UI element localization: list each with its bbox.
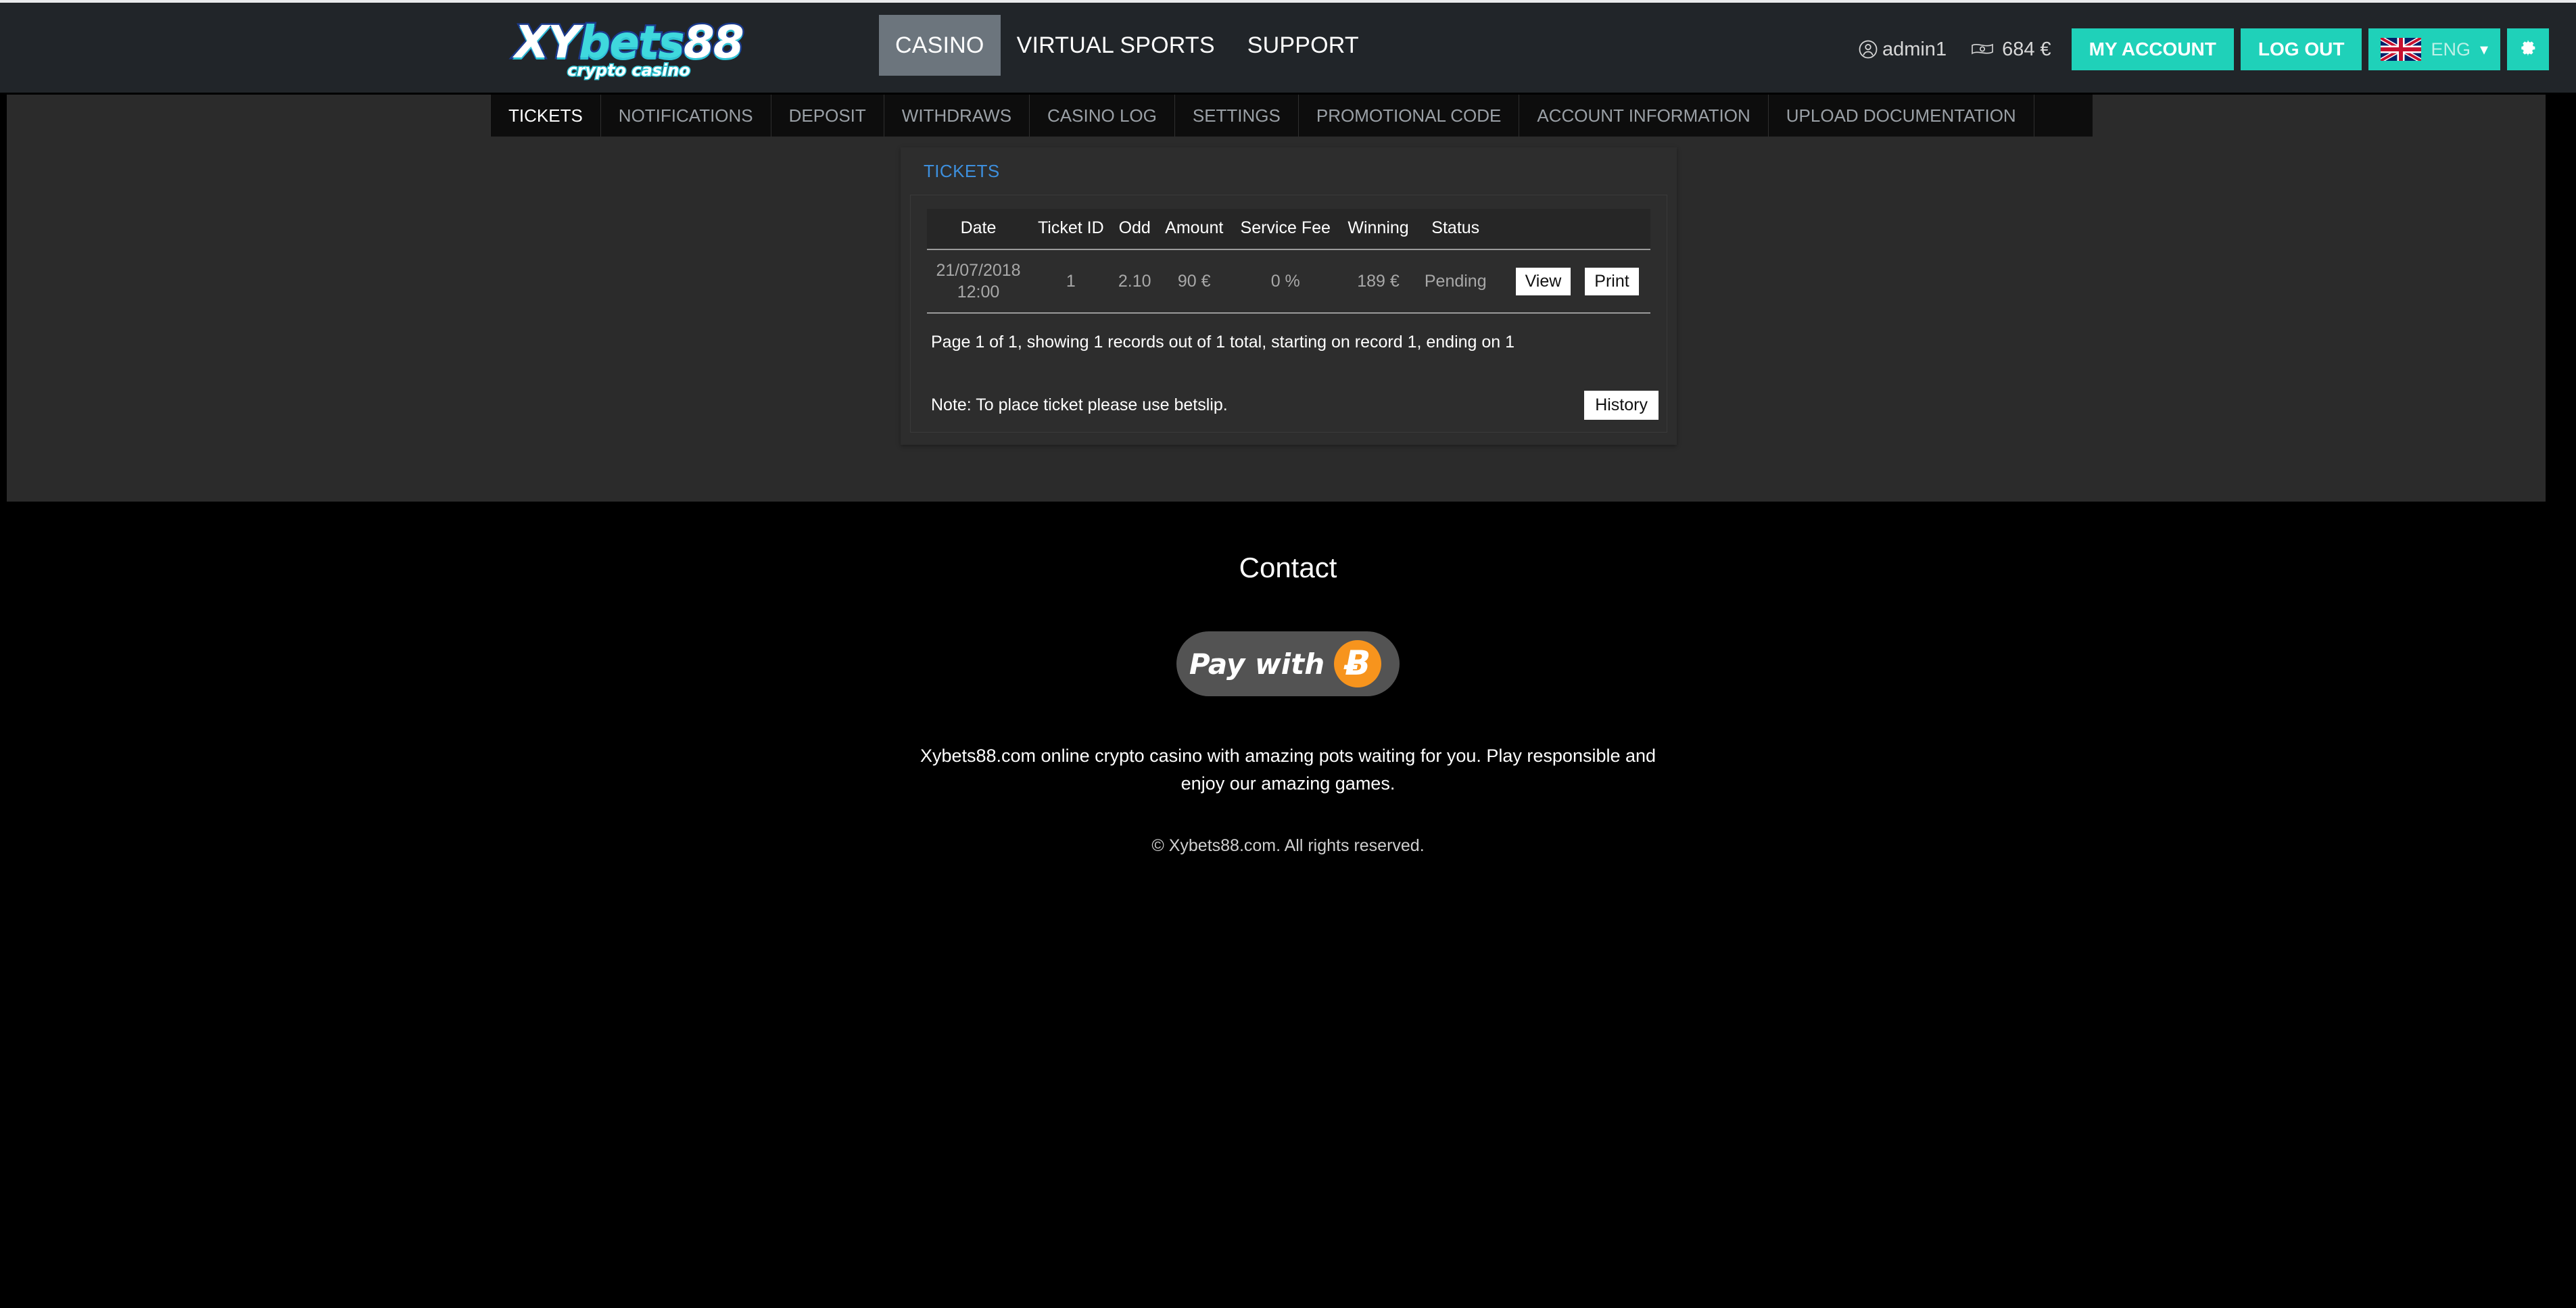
log-out-button[interactable]: LOG OUT xyxy=(2240,28,2362,70)
user-display[interactable]: admin1 xyxy=(1858,39,1947,61)
contact-heading: Contact xyxy=(1239,552,1337,583)
subnav-item-settings[interactable]: SETTINGS xyxy=(1175,95,1299,137)
uk-flag-icon xyxy=(2381,38,2422,61)
column-header-status: Status xyxy=(1416,209,1495,250)
site-logo[interactable]: XY bets 88 crypto casino xyxy=(500,12,757,87)
user-circle-icon xyxy=(1858,39,1878,59)
cell-actions: View Print xyxy=(1494,249,1650,314)
site-footer: Contact Pay with Ƀ Xybets88.com online c… xyxy=(0,502,2576,1308)
money-note-icon xyxy=(1971,41,1994,57)
settings-button[interactable] xyxy=(2507,28,2549,70)
cell-ticket-id: 1 xyxy=(1030,249,1112,314)
cell-odd: 2.10 xyxy=(1112,249,1158,314)
cell-amount: 90 € xyxy=(1157,249,1231,314)
subnav-item-withdraws[interactable]: WITHDRAWS xyxy=(884,95,1030,137)
bitcoin-icon: Ƀ xyxy=(1334,640,1382,687)
column-header-winning: Winning xyxy=(1339,209,1417,250)
my-account-button[interactable]: MY ACCOUNT xyxy=(2071,28,2234,70)
site-header: XY bets 88 crypto casino CASINO VIRTUAL SP… xyxy=(0,3,2576,93)
username-label: admin1 xyxy=(1882,38,1947,60)
tickets-card: Date Ticket ID Odd Amount Service Fee Wi… xyxy=(910,195,1667,433)
column-header-service-fee: Service Fee xyxy=(1231,209,1340,250)
logo-part-bets: bets xyxy=(577,16,686,68)
tickets-panel: TICKETS Date Ticket ID Odd Amount Servic… xyxy=(901,147,1677,445)
balance-amount: 684 € xyxy=(2002,38,2051,60)
column-header-actions xyxy=(1494,209,1650,250)
subnav-item-tickets[interactable]: TICKETS xyxy=(490,95,601,137)
balance-display: 684 € xyxy=(1971,39,2051,61)
nav-item-virtual-sports[interactable]: VIRTUAL SPORTS xyxy=(1001,15,1231,76)
cell-winning: 189 € xyxy=(1339,249,1417,314)
view-button[interactable]: View xyxy=(1515,267,1571,295)
chevron-down-icon: ▾ xyxy=(2479,40,2488,59)
subnav-item-casino-log[interactable]: CASINO LOG xyxy=(1030,95,1175,137)
cell-date-day: 21/07/2018 xyxy=(936,261,1021,280)
cell-service-fee: 0 % xyxy=(1231,249,1340,314)
tickets-header-row: Date Ticket ID Odd Amount Service Fee Wi… xyxy=(927,209,1650,250)
language-selector[interactable]: ENG ▾ xyxy=(2368,28,2500,70)
betslip-note: Note: To place ticket please use betslip… xyxy=(931,395,1228,414)
note-row: Note: To place ticket please use betslip… xyxy=(911,391,1668,420)
subnav-item-account-information[interactable]: ACCOUNT INFORMATION xyxy=(1519,95,1769,137)
tickets-table-head: Date Ticket ID Odd Amount Service Fee Wi… xyxy=(927,209,1650,250)
footer-description: Xybets88.com online crypto casino with a… xyxy=(920,746,1656,794)
nav-item-casino[interactable]: CASINO xyxy=(879,15,1001,76)
nav-item-support[interactable]: SUPPORT xyxy=(1231,15,1375,76)
account-subnav: TICKETS NOTIFICATIONS DEPOSIT WITHDRAWS … xyxy=(490,95,2093,137)
print-button[interactable]: Print xyxy=(1585,267,1639,295)
pay-with-bitcoin-badge[interactable]: Pay with Ƀ xyxy=(1176,631,1400,696)
column-header-odd: Odd xyxy=(1112,209,1158,250)
logo-part-xy: XY xyxy=(513,16,582,68)
column-header-ticket-id: Ticket ID xyxy=(1030,209,1112,250)
logo-part-88: 88 xyxy=(682,16,746,68)
bitcoin-glyph: Ƀ xyxy=(1345,644,1371,683)
cell-date-time: 12:00 xyxy=(957,283,1000,301)
logo-tagline: crypto casino xyxy=(567,61,692,80)
panel-title: TICKETS xyxy=(924,161,1000,181)
column-header-amount: Amount xyxy=(1157,209,1231,250)
table-row: 21/07/2018 12:00 1 2.10 90 € 0 % 189 € P… xyxy=(927,249,1650,314)
gear-icon xyxy=(2518,38,2538,62)
tickets-table: Date Ticket ID Odd Amount Service Fee Wi… xyxy=(927,209,1650,314)
account-area: admin1 684 € MY ACCOUNT LOG OUT ENG ▾ xyxy=(1858,19,2549,80)
subnav-item-promotional-code[interactable]: PROMOTIONAL CODE xyxy=(1299,95,1520,137)
subnav-item-notifications[interactable]: NOTIFICATIONS xyxy=(601,95,771,137)
tickets-table-body: 21/07/2018 12:00 1 2.10 90 € 0 % 189 € P… xyxy=(927,249,1650,314)
footer-copyright: © Xybets88.com. All rights reserved. xyxy=(1151,836,1425,855)
language-label: ENG xyxy=(2431,39,2471,59)
pagination-summary: Page 1 of 1, showing 1 records out of 1 … xyxy=(931,333,1515,352)
history-button[interactable]: History xyxy=(1584,391,1659,420)
subnav-item-deposit[interactable]: DEPOSIT xyxy=(771,95,884,137)
main-navigation: CASINO VIRTUAL SPORTS SUPPORT xyxy=(879,15,1375,76)
pay-with-label: Pay with xyxy=(1189,647,1325,681)
logo-wordmark: XY bets 88 xyxy=(513,16,746,68)
column-header-date: Date xyxy=(927,209,1030,250)
subnav-item-upload-documentation[interactable]: UPLOAD DOCUMENTATION xyxy=(1769,95,2034,137)
cell-date: 21/07/2018 12:00 xyxy=(927,249,1030,314)
status-badge: Pending xyxy=(1416,249,1495,314)
